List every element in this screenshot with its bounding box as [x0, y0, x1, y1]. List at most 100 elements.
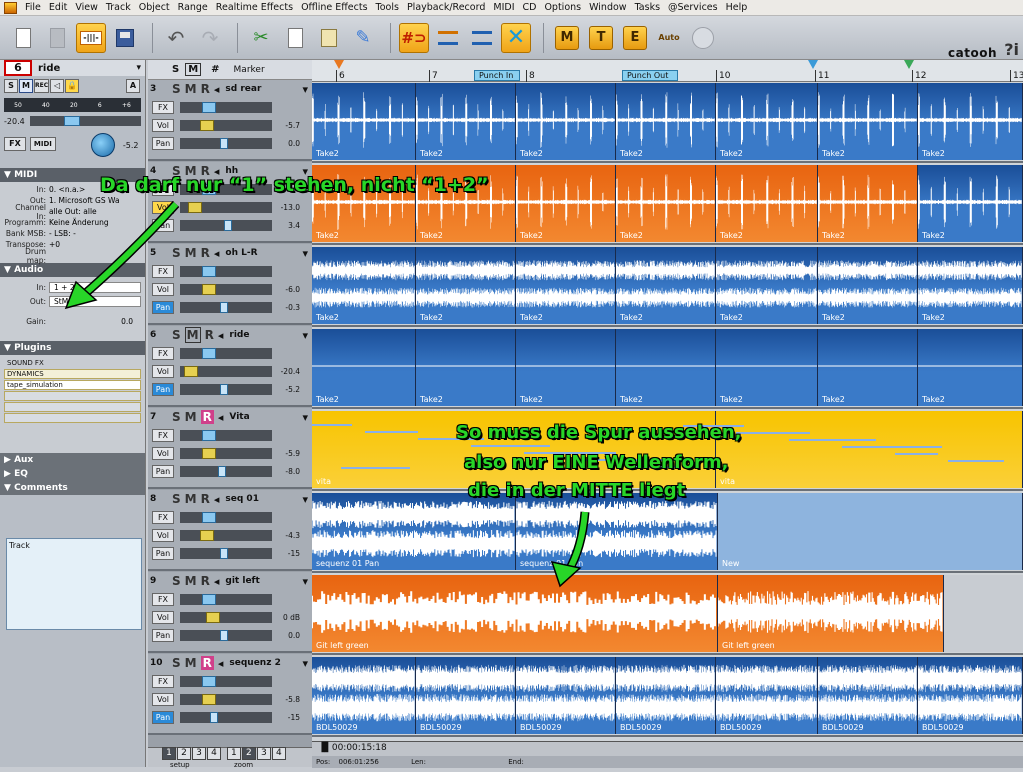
global-solo-button[interactable]: S [172, 64, 179, 75]
track-vol-button[interactable]: Vol [152, 118, 174, 132]
pan-slider[interactable] [180, 629, 272, 641]
audio-clip[interactable]: Take2 [416, 329, 516, 406]
slider-thumb[interactable] [202, 429, 216, 441]
marker-dropdown[interactable]: Marker [234, 65, 265, 75]
track-lane[interactable]: sequenz 01 Pan sequenz 01 Pan New [312, 492, 1023, 573]
track-name[interactable]: seq 01 [225, 494, 259, 504]
fader-thumb[interactable] [64, 116, 80, 126]
track-pan-button[interactable]: Pan [152, 382, 174, 396]
pan-slider[interactable] [180, 547, 272, 559]
comment-textarea[interactable]: Track [6, 538, 142, 630]
audio-clip[interactable]: Take2 [716, 247, 818, 324]
redo-button[interactable]: ↷ [195, 23, 225, 53]
inspector-track-name[interactable]: ride [38, 63, 136, 74]
track-record-button[interactable]: R [201, 82, 210, 96]
track-pan-button[interactable]: Pan [152, 136, 174, 150]
audio-clip[interactable]: BDL50029 [516, 657, 616, 734]
grid-button[interactable]: # [211, 64, 219, 75]
plugin-slot-empty[interactable] [4, 413, 141, 423]
track-fx-button[interactable]: FX [152, 100, 174, 114]
track-solo-button[interactable]: S [172, 410, 181, 424]
arrange-lines-button[interactable] [433, 23, 463, 53]
punch-in-marker[interactable]: Punch In [474, 70, 520, 81]
track-number-box[interactable]: 6 [4, 60, 32, 76]
cd-button[interactable] [688, 23, 718, 53]
undo-button[interactable]: ↶ [161, 23, 191, 53]
fx-send-slider[interactable] [180, 101, 272, 113]
track-lane[interactable]: BDL50029 BDL50029 BDL50029 BDL50029 BDL50029… [312, 656, 1023, 737]
track-fx-button[interactable]: FX [152, 592, 174, 606]
volume-slider[interactable] [180, 201, 272, 213]
fx-send-slider[interactable] [180, 593, 272, 605]
menu-window[interactable]: Window [585, 2, 630, 13]
crossfade-button[interactable]: ✕ [501, 22, 531, 53]
audio-clip[interactable]: sequenz 01 Pan [312, 493, 516, 570]
track-lane[interactable]: Git left green Git left green [312, 574, 1023, 655]
track-mute-button[interactable]: M [185, 574, 197, 588]
track-fx-button[interactable]: FX [152, 510, 174, 524]
track-solo-button[interactable]: S [172, 328, 181, 342]
track-solo-button[interactable]: S [172, 82, 181, 96]
audio-clip[interactable]: Take2 [312, 329, 416, 406]
audio-clip[interactable]: Take2 [616, 83, 716, 160]
fx-send-slider[interactable] [180, 265, 272, 277]
chevron-down-icon[interactable]: ▾ [302, 247, 308, 260]
fx-button[interactable]: FX [4, 136, 26, 151]
track-vol-button[interactable]: Vol [152, 446, 174, 460]
audio-clip[interactable]: Take2 [918, 83, 1023, 160]
audio-clip[interactable]: Take2 [516, 83, 616, 160]
track-solo-button[interactable]: S [172, 246, 181, 260]
global-mute-button[interactable]: M [185, 63, 202, 76]
track-solo-button[interactable]: S [172, 492, 181, 506]
speaker-icon[interactable]: ◂ [218, 329, 224, 342]
audio-clip[interactable]: Take2 [818, 165, 918, 242]
menu-realtime-effects[interactable]: Realtime Effects [212, 2, 297, 13]
slider-thumb[interactable] [220, 301, 228, 313]
slider-thumb[interactable] [202, 447, 216, 459]
audio-out-row[interactable]: Out: StMast [0, 294, 145, 308]
track-lines-button[interactable] [467, 23, 497, 53]
slider-thumb[interactable] [224, 219, 232, 231]
track-mute-button[interactable]: M [184, 327, 201, 343]
menu-services[interactable]: @Services [664, 2, 722, 13]
track-fx-button[interactable]: FX [152, 264, 174, 278]
audio-clip[interactable]: BDL50029 [312, 657, 416, 734]
audio-clip[interactable]: Take2 [616, 247, 716, 324]
fx-send-slider[interactable] [180, 511, 272, 523]
track-fx-button[interactable]: FX [152, 674, 174, 688]
chevron-down-icon[interactable]: ▾ [302, 657, 308, 670]
slider-thumb[interactable] [184, 365, 198, 377]
slider-thumb[interactable] [202, 265, 216, 277]
plugin-slot[interactable]: tape_simulation [4, 380, 141, 390]
track-record-button[interactable]: R [205, 328, 214, 342]
track-vol-button[interactable]: Vol [152, 610, 174, 624]
track-pan-button[interactable]: Pan [152, 546, 174, 560]
chevron-down-icon[interactable]: ▾ [302, 329, 308, 342]
volume-slider[interactable] [180, 693, 272, 705]
pan-slider[interactable] [180, 711, 272, 723]
wave-editor-button[interactable]: -|||- [76, 22, 106, 53]
volume-slider[interactable] [180, 119, 272, 131]
slider-thumb[interactable] [220, 547, 228, 559]
slider-thumb[interactable] [202, 511, 216, 523]
audio-clip[interactable]: Take2 [416, 247, 516, 324]
track-name[interactable]: sd rear [225, 84, 261, 94]
slider-thumb[interactable] [202, 675, 216, 687]
track-name[interactable]: Vita [229, 412, 249, 422]
aux-section-header[interactable]: ▶ Aux [0, 453, 145, 467]
track-record-button[interactable]: R [201, 574, 210, 588]
audio-clip[interactable]: Take2 [918, 329, 1023, 406]
volume-slider[interactable] [180, 611, 272, 623]
slider-thumb[interactable] [220, 383, 228, 395]
audio-clip[interactable]: Take2 [516, 329, 616, 406]
arrange-window[interactable]: 6 7 8 10 11 12 13 Punch In Punch Out Take2 Take2 T… [312, 60, 1023, 747]
track-record-button[interactable]: R [200, 410, 214, 424]
track-name[interactable]: ride [229, 330, 249, 340]
timeline-ruler[interactable]: 6 7 8 10 11 12 13 Punch In Punch Out [312, 60, 1023, 82]
marker-flag[interactable] [904, 60, 914, 69]
menu-help[interactable]: Help [722, 2, 752, 13]
audio-clip[interactable]: BDL50029 [818, 657, 918, 734]
comments-section-header[interactable]: ▼ Comments [0, 481, 145, 495]
track-header[interactable]: 3 S M R ◂ sd rear ▾ FX Vol -5.7 Pan 0.0 [148, 80, 312, 161]
menu-cd[interactable]: CD [519, 2, 541, 13]
